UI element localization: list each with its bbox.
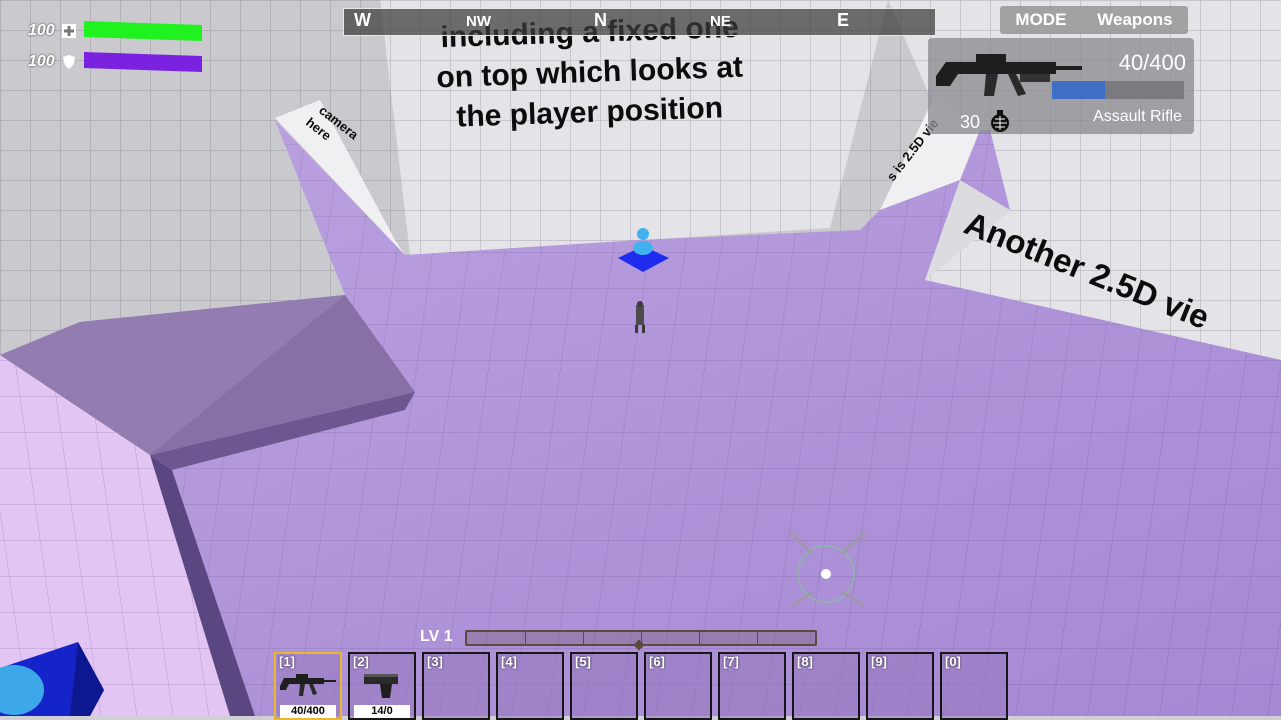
pistol-icon xyxy=(364,674,398,698)
weapon-hotbar: [1] 40/400 [2] 14/0 [3] [4] [5] [6] [7] [8] [9] [0] xyxy=(274,652,1014,720)
armor-bar xyxy=(84,51,202,73)
weapon-name: Assault Rifle xyxy=(1093,108,1182,125)
hotbar-slot[interactable]: [0] xyxy=(940,652,1008,720)
xp-tick xyxy=(757,632,758,644)
xp-tick xyxy=(699,632,700,644)
hotbar-slot[interactable]: [5] xyxy=(570,652,638,720)
hotbar-slot-key: [1] xyxy=(279,654,295,669)
hotbar-slot[interactable]: [8] xyxy=(792,652,860,720)
health-value: 100 xyxy=(28,22,55,39)
shield-icon xyxy=(62,55,76,69)
xp-tick xyxy=(525,632,526,644)
hotbar-slot[interactable]: [7] xyxy=(718,652,786,720)
compass-bar: W NW N NE E xyxy=(343,8,936,36)
level-label: LV 1 xyxy=(420,628,453,645)
armor-value: 100 xyxy=(28,53,55,70)
health-row: 100 xyxy=(28,20,202,42)
xp-bar xyxy=(465,630,817,651)
compass-east: E xyxy=(837,10,850,30)
hotbar-slot[interactable]: [9] xyxy=(866,652,934,720)
hotbar-slot-key: [7] xyxy=(723,654,739,669)
hotbar-slot-key: [4] xyxy=(501,654,517,669)
compass-west: W xyxy=(354,10,371,30)
compass-northwest: NW xyxy=(466,13,491,30)
health-bar xyxy=(84,20,202,42)
hotbar-slot-key: [5] xyxy=(575,654,591,669)
hotbar-slot-key: [6] xyxy=(649,654,665,669)
mode-menu: MODE Weapons xyxy=(1000,6,1188,34)
hotbar-slot[interactable]: [1] 40/400 xyxy=(274,652,342,720)
hotbar-slot[interactable]: [4] xyxy=(496,652,564,720)
hotbar-slot-key: [3] xyxy=(427,654,443,669)
hotbar-slot[interactable]: [3] xyxy=(422,652,490,720)
hotbar-slot-key: [9] xyxy=(871,654,887,669)
armor-row: 100 xyxy=(28,51,202,73)
assault-rifle-icon xyxy=(280,674,336,696)
hotbar-slot-key: [2] xyxy=(353,654,369,669)
ammo-bar xyxy=(1052,81,1184,99)
compass-north: N xyxy=(594,10,607,30)
crosshair xyxy=(790,530,867,608)
ammo-counter: 40/400 xyxy=(1118,50,1186,75)
hotbar-slot[interactable]: [6] xyxy=(644,652,712,720)
compass-northeast: NE xyxy=(710,13,731,30)
mode-button[interactable]: MODE xyxy=(1015,10,1066,30)
hotbar-slot-ammo: 14/0 xyxy=(354,705,410,718)
grenade-count: 30 xyxy=(960,112,981,132)
hotbar-slot-key: [8] xyxy=(797,654,813,669)
weapons-button[interactable]: Weapons xyxy=(1097,10,1172,30)
hotbar-slot-key: [0] xyxy=(945,654,961,669)
xp-tick xyxy=(583,632,584,644)
weapon-panel: 40/400 30 Assault Rifle xyxy=(928,38,1194,134)
hotbar-slot-ammo: 40/400 xyxy=(280,705,336,718)
ammo-bar-fill xyxy=(1052,81,1105,99)
grenade-icon xyxy=(991,110,1009,132)
hotbar-slot[interactable]: [2] 14/0 xyxy=(348,652,416,720)
health-cross-icon xyxy=(62,24,76,38)
